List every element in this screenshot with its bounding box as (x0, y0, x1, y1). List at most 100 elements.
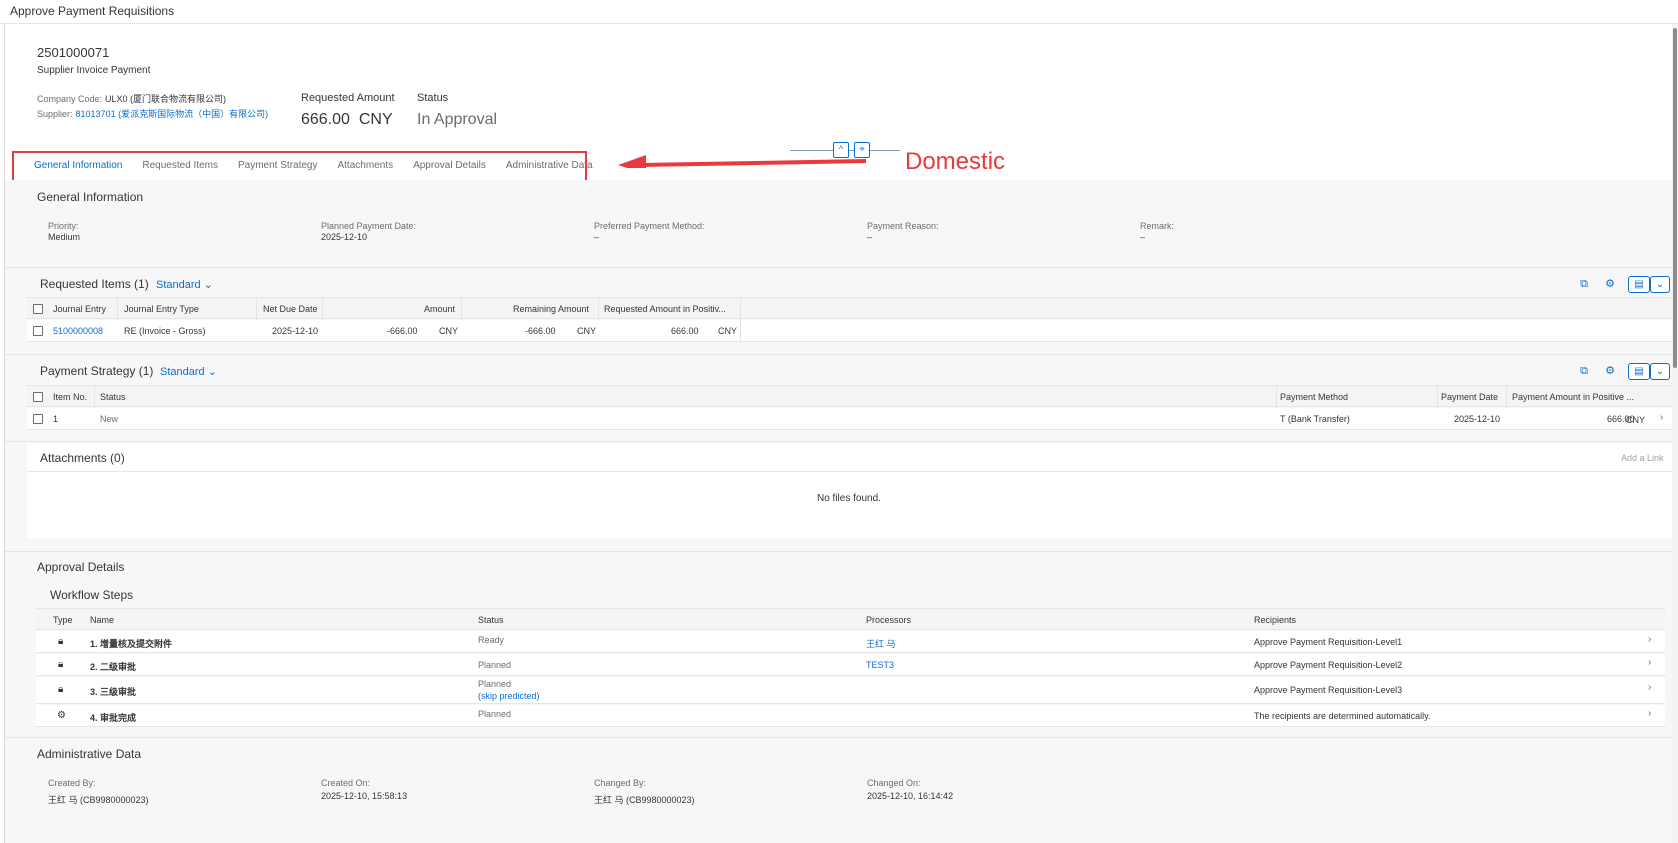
col-status: Status (100, 392, 126, 402)
step-recipients: Approve Payment Requisition-Level3 (1254, 685, 1403, 695)
col-item-no: Item No. (53, 392, 88, 402)
requested-items-title: Requested Items (1) (40, 277, 149, 291)
payment-strategy-variant-select[interactable]: Standard ⌄ (160, 365, 217, 378)
no-files-text: No files found. (817, 493, 881, 504)
col-recipients: Recipients (1254, 615, 1297, 625)
divider (27, 471, 1672, 472)
payment-method: T (Bank Transfer) (1280, 414, 1350, 424)
col-status: Status (478, 615, 504, 625)
strategy-status: New (100, 414, 119, 424)
created-by-value: 王红 马 (CB9980000023) (48, 795, 149, 805)
annotation-label: Domestic (905, 148, 1006, 175)
journal-entry-link[interactable]: 5100000008 (53, 326, 103, 336)
lock-icon: 🔒︎ (58, 636, 64, 647)
requested-amount: 666.00 (671, 326, 699, 336)
company-code-value: ULX0 (厦门联合物流有限公司) (105, 94, 227, 104)
col-remaining-amount: Remaining Amount (513, 304, 590, 314)
workflow-step-row[interactable]: 🔒︎ 3. 三级审批 Planned (skip predicted) Appr… (36, 677, 1665, 704)
col-net-due-date: Net Due Date (263, 304, 318, 314)
payment-reason-value: – (867, 232, 873, 242)
amount-currency: CNY (439, 326, 459, 336)
company-code-label: Company Code: (37, 94, 103, 104)
table-row[interactable]: 5100000008 RE (Invoice - Gross) 2025-12-… (27, 320, 1672, 342)
journal-entry-type: RE (Invoice - Gross) (124, 326, 206, 336)
vertical-scrollbar[interactable] (1672, 24, 1678, 843)
lock-icon: 🔒︎ (58, 684, 64, 695)
item-no: 1 (53, 414, 59, 424)
administrative-data-title: Administrative Data (37, 747, 142, 761)
section-separator (5, 551, 1672, 552)
supplier-link[interactable]: 81013701 (爱派克斯国际物流（中国）有限公司) (76, 109, 269, 119)
chevron-down-icon: ⌄ (203, 279, 213, 291)
remaining-currency: CNY (577, 326, 597, 336)
col-payment-method: Payment Method (1280, 392, 1349, 402)
attachments-title: Attachments (0) (40, 451, 125, 465)
skip-predicted-link[interactable]: (skip predicted) (478, 691, 540, 701)
step-processor-link[interactable]: 王红 马 (866, 637, 896, 650)
supplier-label: Supplier: (37, 109, 73, 119)
section-separator (5, 354, 1672, 355)
window-title: Approve Payment Requisitions (0, 0, 1678, 24)
step-name: 2. 二级审批 (90, 662, 137, 672)
workflow-step-row[interactable]: 🔒︎ 2. 二级审批 Planned TEST3 Approve Payment… (36, 654, 1665, 676)
col-journal-entry: Journal Entry (53, 304, 107, 314)
payment-date: 2025-12-10 (1454, 414, 1501, 424)
requested-items-variant-select[interactable]: Standard ⌄ (156, 278, 213, 291)
workflow-step-row[interactable]: 🔒︎ 1. 增量核及提交附件 Ready 王红 马 Approve Paymen… (36, 631, 1665, 653)
changed-on-label: Changed On: (867, 778, 921, 788)
step-name: 1. 增量核及提交附件 (90, 639, 173, 649)
col-processors: Processors (866, 615, 912, 625)
requested-amount-value: 666.00 CNY (301, 111, 393, 129)
row-checkbox[interactable] (33, 414, 43, 424)
workflow-step-row[interactable]: ⚙ 4. 审批完成 Planned The recipients are det… (36, 705, 1665, 727)
chevron-right-icon[interactable]: › (1648, 708, 1651, 719)
preferred-method-label: Preferred Payment Method: (594, 221, 705, 231)
select-all-checkbox[interactable] (33, 392, 43, 402)
col-requested-amount: Requested Amount in Positiv... (604, 304, 726, 314)
table-row[interactable]: 1 New T (Bank Transfer) 2025-12-10 666.0… (27, 408, 1672, 430)
add-link-button[interactable]: Add a Link (1621, 453, 1664, 463)
chevron-right-icon[interactable]: › (1648, 634, 1651, 645)
payment-currency-label: CNY (1626, 415, 1646, 425)
created-on-value: 2025-12-10, 15:58:13 (321, 791, 408, 801)
chevron-down-icon: ⌄ (207, 366, 217, 378)
remark-label: Remark: (1140, 221, 1175, 231)
chevron-right-icon[interactable]: › (1648, 682, 1651, 693)
copy-icon[interactable]: ⧉ (1576, 276, 1592, 292)
requested-currency: CNY (718, 326, 738, 336)
general-info-title: General Information (37, 190, 144, 204)
export-button[interactable]: ▤ (1628, 363, 1650, 380)
step-status: Planned (478, 660, 512, 670)
priority-value: Medium (48, 232, 81, 242)
planned-date-label: Planned Payment Date: (321, 221, 417, 231)
step-processor-link[interactable]: TEST3 (866, 660, 894, 670)
copy-icon[interactable]: ⧉ (1576, 363, 1592, 379)
export-menu-button[interactable]: ⌄ (1650, 276, 1670, 293)
scrollbar-thumb[interactable] (1673, 28, 1677, 368)
col-amount: Amount (424, 304, 456, 314)
remaining-amount: -666.00 (525, 326, 556, 336)
gear-icon[interactable]: ⚙ (1602, 276, 1618, 292)
chevron-right-icon[interactable]: › (1648, 657, 1651, 668)
gear-icon[interactable]: ⚙ (1602, 363, 1618, 379)
net-due-date: 2025-12-10 (272, 326, 319, 336)
col-name: Name (90, 615, 115, 625)
status-label: Status (417, 92, 449, 104)
amount-number: 666.00 (301, 111, 350, 128)
col-journal-entry-type: Journal Entry Type (124, 304, 199, 314)
export-menu-button[interactable]: ⌄ (1650, 363, 1670, 380)
app-frame: Approve Payment Requisitions 2501000071 … (0, 0, 1678, 843)
section-separator (5, 441, 1672, 442)
variant-label: Standard (160, 366, 205, 378)
section-separator (5, 737, 1672, 738)
remark-value: – (1140, 232, 1146, 242)
chevron-right-icon[interactable]: › (1660, 412, 1663, 423)
step-recipients: The recipients are determined automatica… (1254, 711, 1431, 721)
row-checkbox[interactable] (33, 326, 43, 336)
approval-details-title: Approval Details (37, 560, 125, 574)
step-name: 3. 三级审批 (90, 687, 137, 697)
priority-label: Priority: (48, 221, 79, 231)
automation-icon: ⚙ (57, 710, 66, 721)
export-button[interactable]: ▤ (1628, 276, 1650, 293)
select-all-checkbox[interactable] (33, 304, 43, 314)
